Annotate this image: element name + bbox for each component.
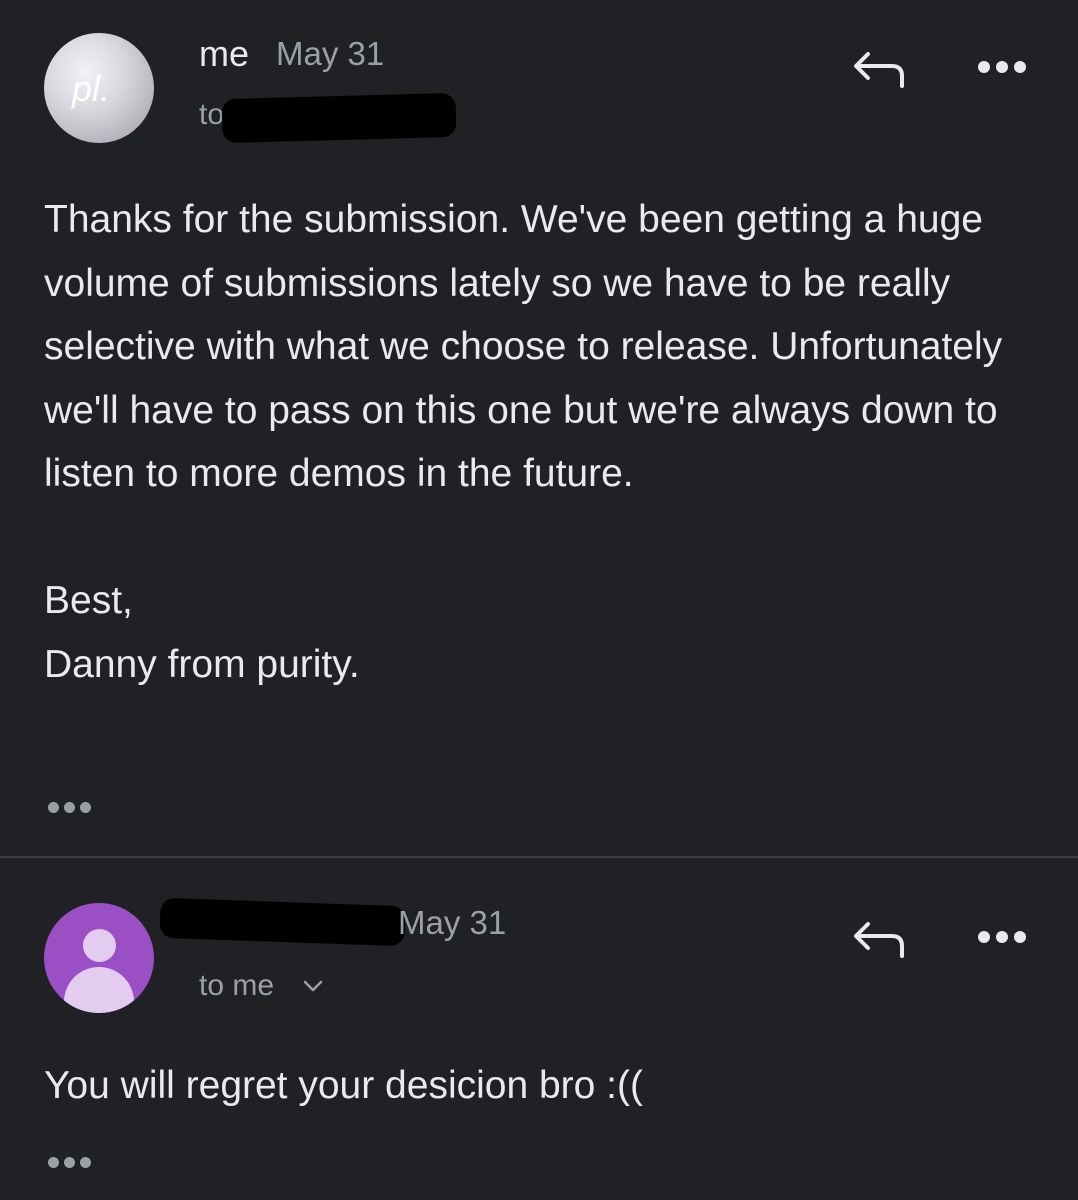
svg-text:pl.: pl. bbox=[71, 68, 110, 109]
reply-button[interactable] bbox=[846, 912, 910, 964]
message-date: May 31 bbox=[398, 904, 507, 941]
message-signature: Danny from purity. bbox=[44, 642, 360, 686]
message-paragraph: Thanks for the submission. We've been ge… bbox=[44, 198, 1003, 495]
recipient-label: to bbox=[199, 98, 225, 131]
purity-logo: pl. bbox=[71, 68, 110, 109]
more-options-button[interactable] bbox=[978, 61, 1026, 73]
redacted-sender-name bbox=[159, 897, 406, 947]
recipient-label[interactable]: to me bbox=[199, 971, 274, 1001]
message-paragraph: You will regret your desicion bro :(( bbox=[44, 1064, 643, 1107]
message-body: You will regret your desicion bro :(( bbox=[44, 1054, 1044, 1118]
redacted-recipient bbox=[221, 92, 457, 144]
sender-name: me bbox=[199, 33, 250, 74]
message-body: Thanks for the submission. We've been ge… bbox=[44, 188, 1044, 696]
more-horizontal-icon bbox=[978, 931, 990, 943]
ellipsis-icon bbox=[48, 1157, 59, 1168]
show-trimmed-content-button[interactable] bbox=[48, 802, 91, 813]
ellipsis-icon bbox=[48, 802, 59, 813]
reply-arrow-icon bbox=[854, 922, 904, 958]
more-options-button[interactable] bbox=[978, 931, 1026, 943]
email-message: May 31 to me You will regret your desici… bbox=[0, 858, 1078, 1200]
reply-button[interactable] bbox=[846, 42, 910, 94]
message-date: May 31 bbox=[276, 35, 385, 72]
email-message: pl. me May 31 to Thanks for the submissi… bbox=[0, 0, 1078, 856]
more-horizontal-icon bbox=[978, 61, 990, 73]
reply-arrow-icon bbox=[854, 52, 904, 88]
chevron-down-icon[interactable] bbox=[302, 979, 324, 993]
sender-avatar[interactable]: pl. bbox=[44, 33, 154, 143]
show-trimmed-content-button[interactable] bbox=[48, 1157, 91, 1168]
sender-avatar[interactable] bbox=[44, 903, 154, 1013]
message-signoff: Best, bbox=[44, 579, 133, 622]
